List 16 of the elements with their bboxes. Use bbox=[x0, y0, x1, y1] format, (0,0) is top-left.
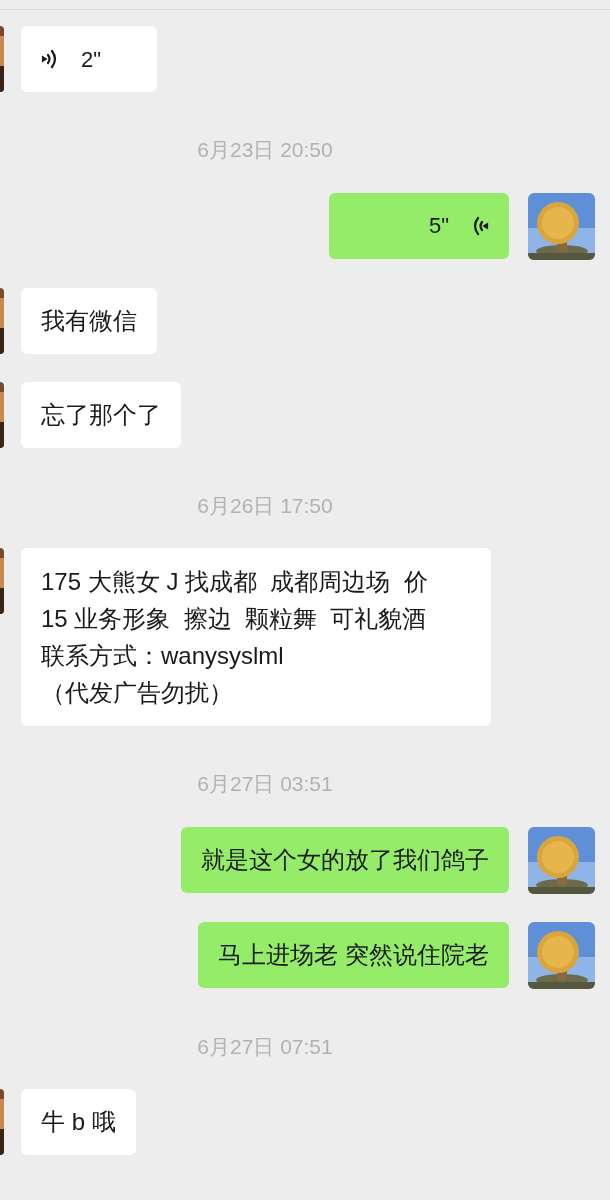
message-line: 15 业务形象 擦边 颗粒舞 可礼貌酒 bbox=[41, 604, 428, 634]
timestamp: 6月27日 03:51 bbox=[197, 771, 333, 797]
message-line: 联系方式：wanysyslml bbox=[41, 641, 285, 671]
voice-wave-icon bbox=[41, 47, 59, 71]
message-bubble: 马上进场老 突然说住院老 bbox=[198, 921, 509, 988]
message-line: 175 大熊女 J 找成都 成都周边场 价 bbox=[41, 567, 429, 597]
timestamp: 6月23日 20:50 bbox=[197, 137, 333, 163]
message-bubble: 我有微信 bbox=[21, 287, 157, 354]
timestamp: 6月26日 17:50 bbox=[197, 492, 333, 519]
timestamp: 6月27日 07:51 bbox=[197, 1033, 333, 1060]
voice-message[interactable]: 2" bbox=[21, 26, 157, 92]
voice-message[interactable]: 5" bbox=[329, 192, 509, 259]
message-bubble: 就是这个女的放了我们鸽子 bbox=[181, 826, 509, 893]
message-line: （代发广告勿扰） bbox=[41, 678, 234, 708]
message-bubble: 忘了那个了 bbox=[21, 381, 181, 448]
message-bubble: 牛 b 哦 bbox=[21, 1089, 136, 1155]
